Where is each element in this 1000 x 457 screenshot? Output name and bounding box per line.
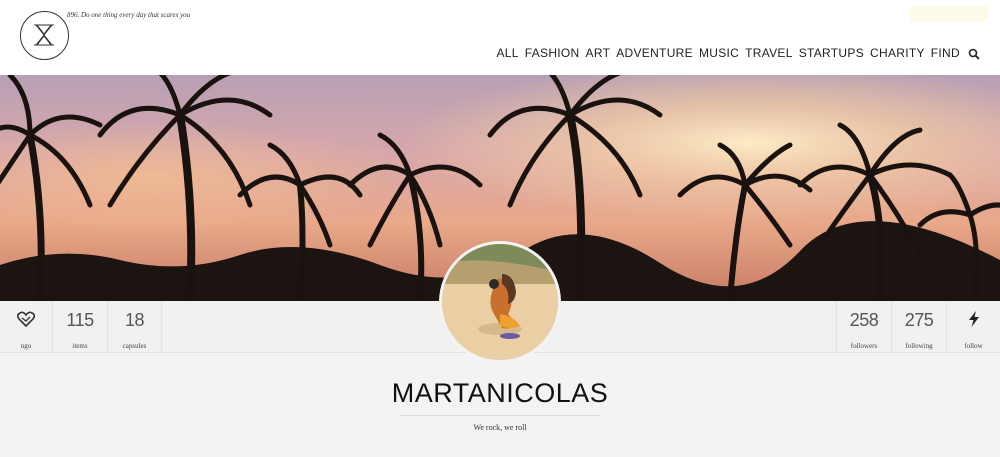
site-header: 896. Do one thing every day that scares … xyxy=(0,0,1000,75)
stat-value: 258 xyxy=(849,310,879,330)
stat-value: 275 xyxy=(904,310,934,330)
stat-label: following xyxy=(905,342,933,350)
profile-bio: We rock, we roll xyxy=(473,423,527,432)
nav-all[interactable]: ALL xyxy=(496,46,518,60)
divider xyxy=(400,415,600,416)
nav-find[interactable]: FIND xyxy=(931,46,960,60)
site-logo[interactable] xyxy=(20,11,69,60)
stat-followers[interactable]: 258 followers xyxy=(836,301,891,353)
handshake-heart-icon xyxy=(16,311,36,332)
stat-capsules[interactable]: 18 capsules xyxy=(108,301,162,353)
stat-ngo[interactable]: ngo xyxy=(0,301,53,353)
stat-label: items xyxy=(72,342,88,350)
stat-items[interactable]: 115 items xyxy=(53,301,108,353)
main-nav: ALL FASHION ART ADVENTURE MUSIC TRAVEL S… xyxy=(496,46,980,60)
stat-label: capsules xyxy=(122,342,147,350)
stat-label: followers xyxy=(850,342,878,350)
lightning-bolt-icon xyxy=(968,311,980,332)
stat-value: 18 xyxy=(124,310,145,330)
avatar-photo xyxy=(442,244,558,360)
site-tagline: 896. Do one thing every day that scares … xyxy=(67,11,191,19)
stat-following[interactable]: 275 following xyxy=(891,301,946,353)
nav-music[interactable]: MUSIC xyxy=(699,46,739,60)
avatar[interactable] xyxy=(439,241,561,363)
stat-label: ngo xyxy=(20,342,32,350)
search-icon[interactable] xyxy=(968,47,980,60)
hourglass-logo-icon xyxy=(34,24,54,46)
follow-button[interactable]: follow xyxy=(946,301,1000,353)
nav-startups[interactable]: STARTUPS xyxy=(799,46,864,60)
nav-charity[interactable]: CHARITY xyxy=(870,46,925,60)
top-banner-pill xyxy=(910,6,988,22)
stat-value: 115 xyxy=(66,310,94,330)
nav-adventure[interactable]: ADVENTURE xyxy=(616,46,693,60)
nav-fashion[interactable]: FASHION xyxy=(525,46,580,60)
nav-art[interactable]: ART xyxy=(586,46,611,60)
profile-username: MARTANICOLAS xyxy=(391,378,609,408)
stat-label: follow xyxy=(964,342,983,350)
nav-travel[interactable]: TRAVEL xyxy=(745,46,793,60)
